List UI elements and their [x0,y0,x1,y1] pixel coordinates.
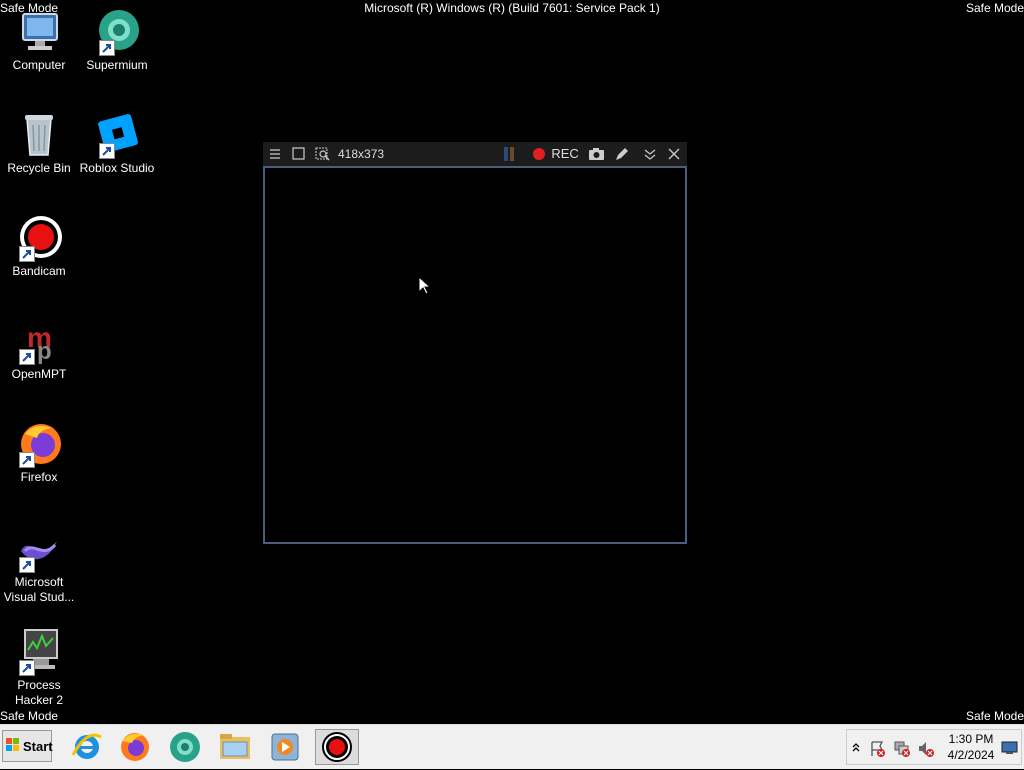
fullscreen-icon[interactable] [292,146,306,162]
media-player-icon[interactable] [266,729,304,765]
menu-icon[interactable] [269,146,281,162]
start-button[interactable]: Start [2,730,53,762]
shortcut-arrow-icon [19,452,35,468]
action-center-icon[interactable] [869,740,887,763]
capture-size-label: 418x373 [338,147,385,161]
desktop-icon-bandicam[interactable]: Bandicam [0,214,78,279]
record-button[interactable]: REC [532,146,579,162]
capture-window[interactable]: 418x373 REC [263,142,687,544]
roblox-studio-icon [93,111,141,159]
bandicam-icon [15,214,63,262]
mouse-cursor-icon [418,275,432,301]
capture-area[interactable] [263,166,687,544]
recycle-bin-icon [15,111,63,159]
desktop-icon-visual-studio[interactable]: Microsoft Visual Stud... [0,535,78,605]
internet-explorer-icon[interactable] [68,729,106,765]
capture-toolbar: 418x373 REC [263,142,687,166]
select-region-icon[interactable] [315,146,331,162]
clock-date: 4/2/2024 [947,748,995,762]
shortcut-arrow-icon [19,660,35,676]
shortcut-arrow-icon [19,557,35,573]
start-button-label: Start [23,738,53,754]
supermium-icon[interactable] [166,729,204,765]
close-icon[interactable] [667,146,681,162]
desktop-icon-label: Roblox Studio [79,161,155,175]
show-desktop-icon[interactable] [1001,740,1019,761]
desktop-icon-openmpt[interactable]: mp OpenMPT [0,317,78,382]
desktop-icon-process-hacker[interactable]: Process Hacker 2 [0,628,78,708]
chevron-down-icon[interactable] [643,146,657,162]
desktop-icon-label: Firefox [20,470,58,484]
process-hacker-icon [15,628,63,676]
safe-mode-label-bottom-right: Safe Mode [965,709,1024,723]
safe-mode-label-top-right: Safe Mode [965,1,1024,15]
shortcut-arrow-icon [99,143,115,159]
desktop-icon-label: Computer [12,58,66,72]
clock-time: 1:30 PM [948,732,994,746]
safe-mode-label-bottom-left: Safe Mode [0,709,59,723]
svg-text:p: p [37,338,52,365]
volume-icon[interactable] [917,740,935,763]
explorer-icon[interactable] [216,729,254,765]
desktop-icon-label: Recycle Bin [7,161,71,175]
desktop-icon-label: Process Hacker 2 [14,678,64,707]
bandicam-icon[interactable] [315,729,359,765]
openmpt-icon: mp [15,317,63,365]
show-hidden-icons-icon[interactable] [851,740,861,761]
shortcut-arrow-icon [19,246,35,262]
record-button-label: REC [551,146,579,161]
desktop-icon-firefox[interactable]: Firefox [0,420,78,485]
firefox-icon[interactable] [116,729,154,765]
desktop-icon-computer[interactable]: Computer [0,8,78,73]
pencil-icon[interactable] [614,146,630,162]
computer-icon [15,8,63,56]
audio-level-icon [503,146,517,162]
network-icon[interactable] [893,740,911,763]
visual-studio-icon [15,535,63,573]
desktop-icon-roblox-studio[interactable]: Roblox Studio [78,111,156,176]
system-clock[interactable]: 1:30 PM 4/2/2024 [940,731,1002,763]
supermium-icon [93,8,141,56]
desktop-icon-label: Supermium [86,58,148,72]
desktop-icon-supermium[interactable]: Supermium [78,8,156,73]
shortcut-arrow-icon [19,349,35,365]
firefox-icon [15,420,63,468]
camera-icon[interactable] [588,146,606,162]
desktop-icon-recycle-bin[interactable]: Recycle Bin [0,111,78,176]
shortcut-arrow-icon [99,40,115,56]
desktop-icon-label: Bandicam [12,264,66,278]
taskbar: Start [0,724,1024,769]
windows-logo-icon [6,737,20,755]
desktop-icon-label: Microsoft Visual Stud... [3,575,75,604]
desktop-icon-label: OpenMPT [11,367,67,381]
